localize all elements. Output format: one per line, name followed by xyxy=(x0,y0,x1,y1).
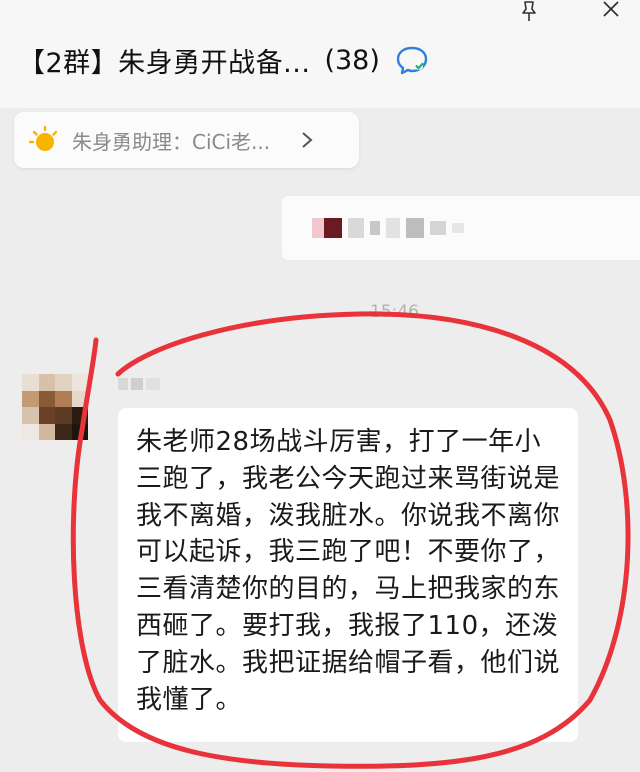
group-notice-bar[interactable]: 朱身勇助理：CiCi老... xyxy=(14,112,359,168)
pixelated-content xyxy=(324,218,342,238)
pixelated-content xyxy=(312,218,324,238)
pixelated-content xyxy=(452,223,464,233)
pixelated-content xyxy=(370,221,380,235)
pixelated-content xyxy=(406,218,424,238)
notice-text: 朱身勇助理：CiCi老... xyxy=(72,129,271,154)
message-timestamp: 15:46 xyxy=(370,302,419,322)
chat-info-icon[interactable] xyxy=(394,44,430,76)
incoming-message-bubble[interactable]: 朱老师28场战斗厉害，打了一年小三跑了，我老公今天跑过来骂街说是我不离婚，泼我脏… xyxy=(118,408,578,742)
pixelated-content xyxy=(430,221,446,235)
pixelated-content xyxy=(348,218,364,238)
sender-avatar[interactable] xyxy=(22,374,88,440)
close-icon[interactable] xyxy=(600,0,622,22)
title-bar: 【2群】朱身勇开战备... (38) xyxy=(0,0,640,108)
chat-title: 【2群】朱身勇开战备... xyxy=(18,47,311,79)
pin-icon[interactable] xyxy=(518,0,540,22)
message-text: 朱老师28场战斗厉害，打了一年小三跑了，我老公今天跑过来骂街说是我不离婚，泼我脏… xyxy=(136,427,561,715)
member-count: (38) xyxy=(324,44,380,76)
sun-icon xyxy=(28,125,58,151)
pixelated-content xyxy=(386,218,400,238)
chat-header: 【2群】朱身勇开战备... (38) xyxy=(18,38,430,82)
chevron-right-icon xyxy=(302,132,313,148)
sender-name-pixelated xyxy=(118,378,162,390)
outgoing-message-bubble[interactable] xyxy=(282,196,640,260)
